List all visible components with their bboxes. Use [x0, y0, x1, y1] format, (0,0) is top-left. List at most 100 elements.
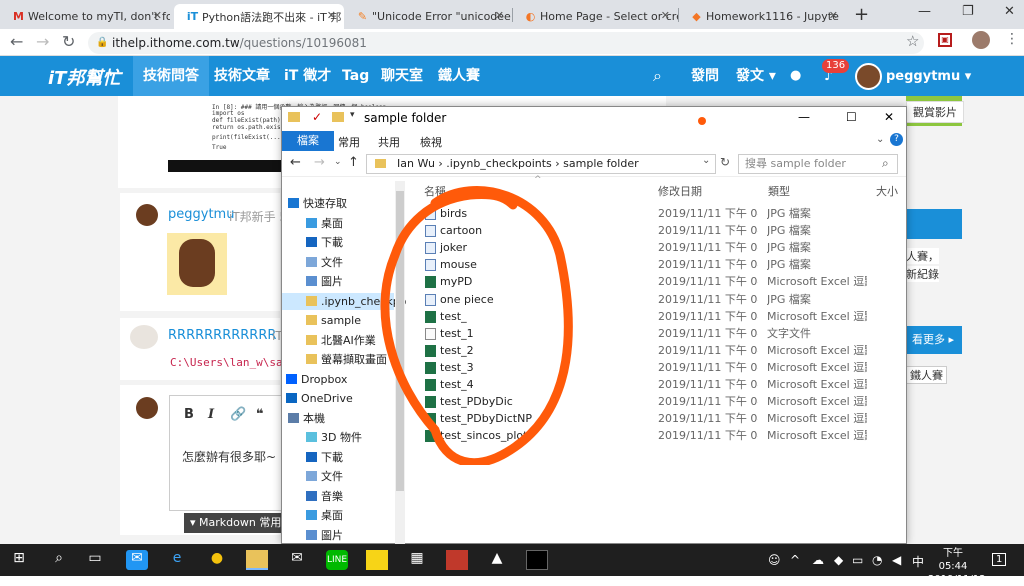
volume-icon[interactable]: ◀: [892, 553, 901, 567]
cloud-icon[interactable]: ☁: [812, 553, 824, 567]
user-menu[interactable]: peggytmu ▾: [886, 69, 971, 84]
file-row[interactable]: cartoon 2019/11/11 下午 04:... JPG 檔案: [422, 222, 902, 239]
nav-tag[interactable]: Tag: [342, 56, 369, 96]
post-dropdown[interactable]: 發文 ▾: [736, 56, 776, 96]
markdown-help[interactable]: ▾ Markdown 常用: [184, 513, 288, 533]
nav-item[interactable]: Dropbox: [286, 371, 347, 388]
ribbon-tab-file[interactable]: 檔案: [282, 131, 334, 151]
comment-author[interactable]: peggytmu: [168, 207, 234, 222]
bold-button[interactable]: B: [184, 407, 194, 422]
quote-button[interactable]: ❝: [256, 407, 264, 422]
file-row[interactable]: joker 2019/11/11 下午 04:... JPG 檔案: [422, 239, 902, 256]
store-icon[interactable]: ▦: [406, 550, 428, 570]
file-row[interactable]: test_3 2019/11/11 下午 04:... Microsoft Exce…: [422, 359, 902, 376]
tab-homework[interactable]: ◆ Homework1116 - Jupyte ✕: [678, 4, 846, 29]
column-name[interactable]: 名稱: [424, 183, 446, 199]
file-row[interactable]: test_sincos_plot 2019/11/11 下午 04:... Micr…: [422, 427, 902, 444]
nav-item[interactable]: 文件: [306, 468, 343, 485]
chevron-down-icon[interactable]: ⌄: [702, 155, 710, 166]
system-clock[interactable]: 下午 05:44 2019/11/12: [928, 547, 986, 586]
nav-scrollbar[interactable]: [395, 181, 405, 545]
file-explorer-icon[interactable]: [246, 550, 268, 570]
edge-icon[interactable]: e: [166, 550, 188, 570]
expand-ribbon-icon[interactable]: ⌄: [876, 134, 884, 145]
windows-start-icon[interactable]: ⊞: [8, 550, 30, 570]
nav-item[interactable]: 本機: [288, 410, 325, 427]
line-icon[interactable]: LINE: [326, 550, 348, 570]
nav-item[interactable]: sample: [306, 312, 361, 329]
nav-jobs[interactable]: iT 徵才: [284, 56, 331, 96]
close-icon[interactable]: ✕: [661, 9, 670, 22]
customize-icon[interactable]: ▾: [350, 110, 355, 120]
chrome-icon[interactable]: ●: [206, 550, 228, 570]
app-icon[interactable]: [446, 550, 468, 570]
dropbox-icon[interactable]: ◆: [834, 553, 843, 567]
column-type[interactable]: 類型: [768, 183, 790, 199]
nav-chat[interactable]: 聊天室: [381, 56, 423, 96]
help-icon[interactable]: ?: [890, 133, 903, 146]
mail-icon[interactable]: ✉: [286, 550, 308, 570]
forward-icon[interactable]: →: [314, 155, 325, 170]
nav-item[interactable]: 下載: [306, 449, 343, 466]
user-avatar[interactable]: [855, 63, 882, 90]
video-button[interactable]: 觀賞影片: [906, 101, 964, 123]
nav-item[interactable]: 文件: [306, 254, 343, 271]
close-icon[interactable]: ✕: [153, 9, 162, 22]
ime-indicator[interactable]: 中: [912, 553, 924, 570]
ribbon-tab-home[interactable]: 常用: [338, 134, 360, 150]
site-logo[interactable]: iT邦幫忙: [48, 64, 120, 90]
new-folder-icon[interactable]: [332, 112, 344, 122]
back-icon[interactable]: ←: [290, 155, 301, 170]
profile-avatar[interactable]: [972, 31, 990, 49]
notification-center-icon[interactable]: 1: [992, 553, 1007, 566]
maximize-icon[interactable]: ☐: [846, 110, 857, 124]
nav-item[interactable]: 下載: [306, 234, 343, 251]
file-row[interactable]: test_PDbyDictNP 2019/11/11 下午 04:... Micro…: [422, 410, 902, 427]
comment-author[interactable]: RRRRRRRRRRRR: [168, 328, 276, 343]
minimize-icon[interactable]: —: [798, 110, 810, 124]
file-row[interactable]: test_4 2019/11/11 下午 04:... Microsoft Exce…: [422, 376, 902, 393]
nav-ironman[interactable]: 鐵人賽: [438, 56, 480, 96]
reply-editor[interactable]: B I 🔗 ❝ 怎麼辦有很多耶~: [169, 395, 288, 511]
close-icon[interactable]: ✕: [495, 9, 504, 22]
minimize-icon[interactable]: —: [918, 4, 931, 19]
kebab-menu-icon[interactable]: ⋮: [1005, 31, 1019, 47]
nav-articles[interactable]: 技術文章: [214, 56, 270, 96]
extension-icon[interactable]: ▣: [938, 33, 952, 47]
tab-unicode[interactable]: ✎ "Unicode Error "unicodee ✕: [344, 4, 512, 29]
link-button[interactable]: 🔗: [230, 407, 246, 422]
file-row[interactable]: test_2 2019/11/11 下午 04:... Microsoft Exce…: [422, 342, 902, 359]
nav-item[interactable]: 圖片: [306, 527, 343, 544]
file-row[interactable]: birds 2019/11/11 下午 04:... JPG 檔案: [422, 205, 902, 222]
tab-home[interactable]: ◐ Home Page - Select or cre ✕: [512, 4, 678, 29]
breadcrumb[interactable]: Ian Wu › .ipynb_checkpoints › sample fol…: [366, 154, 716, 174]
nav-item[interactable]: 快速存取: [288, 195, 347, 212]
tab-ithelp[interactable]: iT Python語法跑不出來 - iT 邦 ✕: [174, 4, 344, 29]
properties-icon[interactable]: ✓: [312, 110, 322, 124]
column-date[interactable]: 修改日期: [658, 183, 702, 199]
restore-icon[interactable]: ❐: [962, 4, 974, 19]
close-icon[interactable]: ✕: [884, 110, 894, 124]
scroll-thumb[interactable]: [396, 191, 404, 491]
tag-chip[interactable]: 鐵人賽: [906, 366, 947, 384]
nav-item[interactable]: 桌面: [306, 215, 343, 232]
close-icon[interactable]: ✕: [327, 9, 336, 22]
recent-icon[interactable]: ⌄: [334, 157, 342, 167]
nav-item[interactable]: 圖片: [306, 273, 343, 290]
editor-text[interactable]: 怎麼辦有很多耶~: [182, 448, 276, 465]
tab-gmail[interactable]: M Welcome to myTI, don't fo ✕: [0, 4, 170, 29]
up-icon[interactable]: ↑: [348, 155, 359, 170]
url-input[interactable]: 🔒 ithelp.ithome.com.tw/questions/10196081: [88, 32, 924, 54]
nav-item[interactable]: .ipynb_checkpo: [282, 292, 406, 310]
close-window-icon[interactable]: ✕: [1004, 4, 1015, 19]
column-size[interactable]: 大小: [876, 183, 898, 199]
back-icon[interactable]: ←: [10, 32, 23, 51]
sticky-notes-icon[interactable]: [366, 550, 388, 570]
search-icon[interactable]: ⌕: [48, 550, 70, 570]
nav-item[interactable]: 音樂: [306, 488, 343, 505]
file-row[interactable]: myPD 2019/11/11 下午 04:... Microsoft Excel …: [422, 273, 902, 290]
nav-item[interactable]: 桌面: [306, 507, 343, 524]
search-icon[interactable]: ⌕: [653, 66, 662, 86]
file-row[interactable]: test_ 2019/11/11 下午 04:... Microsoft Excel…: [422, 308, 902, 325]
messenger-icon[interactable]: ✉: [126, 550, 148, 570]
